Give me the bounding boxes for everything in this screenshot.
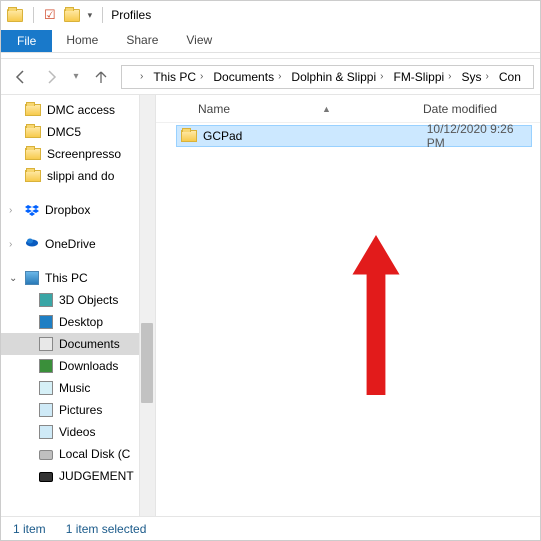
sidebar-label: Documents bbox=[59, 337, 120, 351]
tab-share[interactable]: Share bbox=[112, 29, 172, 52]
column-date[interactable]: Date modified bbox=[423, 102, 497, 116]
documents-icon bbox=[39, 337, 53, 351]
downloads-icon bbox=[39, 359, 53, 373]
sidebar-item-thispc[interactable]: ⌄ This PC bbox=[1, 267, 155, 289]
folder-icon bbox=[25, 170, 41, 182]
breadcrumb-item[interactable]: Dolphin & Slippi› bbox=[285, 66, 387, 88]
breadcrumb-item[interactable]: Documents› bbox=[207, 66, 285, 88]
videos-icon bbox=[39, 425, 53, 439]
annotation-arrow bbox=[346, 235, 406, 395]
chevron-right-icon[interactable]: › bbox=[130, 66, 147, 88]
sidebar-item-dropbox[interactable]: › Dropbox bbox=[1, 199, 155, 221]
folder-icon bbox=[25, 126, 41, 138]
file-list-pane: Name▲ Date modified GCPad 10/12/2020 9:2… bbox=[156, 95, 540, 516]
sidebar-item-documents[interactable]: Documents bbox=[1, 333, 155, 355]
expand-icon[interactable]: › bbox=[9, 205, 12, 216]
sidebar-item[interactable]: DMC5 bbox=[1, 121, 155, 143]
sidebar-label: slippi and do bbox=[47, 169, 114, 183]
sidebar-label: This PC bbox=[45, 271, 88, 285]
sidebar-item[interactable]: Videos bbox=[1, 421, 155, 443]
folder-icon bbox=[25, 148, 41, 160]
forward-button bbox=[37, 64, 65, 90]
sidebar-label: Desktop bbox=[59, 315, 103, 329]
up-button[interactable] bbox=[87, 64, 115, 90]
column-name[interactable]: Name▲ bbox=[198, 102, 423, 116]
sidebar-label: Local Disk (C bbox=[59, 447, 130, 461]
computer-icon bbox=[25, 271, 39, 285]
tab-view[interactable]: View bbox=[172, 29, 226, 52]
3dobjects-icon bbox=[39, 293, 53, 307]
music-icon bbox=[39, 381, 53, 395]
sidebar-item[interactable]: Music bbox=[1, 377, 155, 399]
quick-access-toolbar: ☑ ▾ bbox=[7, 7, 105, 23]
separator bbox=[102, 7, 103, 23]
disk-icon bbox=[39, 450, 53, 460]
file-name: GCPad bbox=[203, 129, 427, 143]
ribbon-tabs: File Home Share View bbox=[1, 29, 540, 53]
sidebar-item-onedrive[interactable]: › OneDrive bbox=[1, 233, 155, 255]
folder-icon bbox=[25, 104, 41, 116]
sidebar-item[interactable]: DMC access bbox=[1, 99, 155, 121]
status-bar: 1 item 1 item selected bbox=[1, 516, 540, 540]
sidebar-item[interactable]: slippi and do bbox=[1, 165, 155, 187]
tab-file[interactable]: File bbox=[1, 30, 52, 52]
sidebar-label: DMC5 bbox=[47, 125, 81, 139]
tab-home[interactable]: Home bbox=[52, 29, 112, 52]
back-button[interactable] bbox=[7, 64, 35, 90]
desktop-icon bbox=[39, 315, 53, 329]
qat-dropdown-icon[interactable]: ▾ bbox=[88, 10, 93, 21]
status-count: 1 item bbox=[13, 522, 46, 536]
separator bbox=[33, 7, 34, 23]
disk-icon bbox=[39, 472, 53, 482]
window-title: Profiles bbox=[111, 8, 151, 22]
recent-dropdown-icon[interactable]: ▾ bbox=[67, 64, 85, 90]
sidebar-label: JUDGEMENT bbox=[59, 469, 134, 483]
new-folder-icon[interactable] bbox=[64, 9, 80, 22]
cloud-icon bbox=[25, 237, 39, 251]
body: DMC access DMC5 Screenpresso slippi and … bbox=[1, 95, 540, 516]
sidebar-label: Videos bbox=[59, 425, 95, 439]
scrollbar-thumb[interactable] bbox=[141, 323, 153, 403]
sidebar-item[interactable]: JUDGEMENT bbox=[1, 465, 155, 487]
sidebar-label: OneDrive bbox=[45, 237, 96, 251]
sidebar-item[interactable]: 3D Objects bbox=[1, 289, 155, 311]
status-selected: 1 item selected bbox=[66, 522, 147, 536]
navigation-pane: DMC access DMC5 Screenpresso slippi and … bbox=[1, 95, 156, 516]
sidebar-label: Music bbox=[59, 381, 90, 395]
sidebar-label: DMC access bbox=[47, 103, 115, 117]
sidebar-label: Dropbox bbox=[45, 203, 90, 217]
sidebar-item[interactable]: Downloads bbox=[1, 355, 155, 377]
sidebar-label: Pictures bbox=[59, 403, 102, 417]
breadcrumb-item[interactable]: This PC› bbox=[147, 66, 207, 88]
sort-asc-icon: ▲ bbox=[322, 104, 331, 114]
sidebar-item[interactable]: Pictures bbox=[1, 399, 155, 421]
sidebar-item[interactable]: Screenpresso bbox=[1, 143, 155, 165]
breadcrumb-item[interactable]: FM-Slippi› bbox=[387, 66, 455, 88]
expand-icon[interactable]: › bbox=[9, 239, 12, 250]
folder-icon[interactable] bbox=[7, 9, 23, 22]
sidebar-item[interactable]: Desktop bbox=[1, 311, 155, 333]
dropbox-icon bbox=[25, 203, 39, 217]
column-headers: Name▲ Date modified bbox=[156, 95, 540, 123]
breadcrumb-item[interactable]: Sys› bbox=[456, 66, 493, 88]
sidebar-label: Downloads bbox=[59, 359, 118, 373]
sidebar-item[interactable]: Local Disk (C bbox=[1, 443, 155, 465]
properties-icon[interactable]: ☑ bbox=[44, 7, 56, 23]
file-row[interactable]: GCPad 10/12/2020 9:26 PM bbox=[176, 125, 532, 147]
sidebar-label: Screenpresso bbox=[47, 147, 121, 161]
address-bar[interactable]: › This PC› Documents› Dolphin & Slippi› … bbox=[121, 65, 534, 89]
sidebar-label: 3D Objects bbox=[59, 293, 118, 307]
pictures-icon bbox=[39, 403, 53, 417]
folder-icon bbox=[181, 130, 197, 142]
file-date: 10/12/2020 9:26 PM bbox=[427, 122, 531, 150]
breadcrumb-item[interactable]: Con bbox=[493, 66, 525, 88]
collapse-icon[interactable]: ⌄ bbox=[9, 273, 17, 284]
scrollbar[interactable] bbox=[139, 95, 155, 516]
title-bar: ☑ ▾ Profiles bbox=[1, 1, 540, 29]
navigation-row: ▾ › This PC› Documents› Dolphin & Slippi… bbox=[1, 59, 540, 95]
